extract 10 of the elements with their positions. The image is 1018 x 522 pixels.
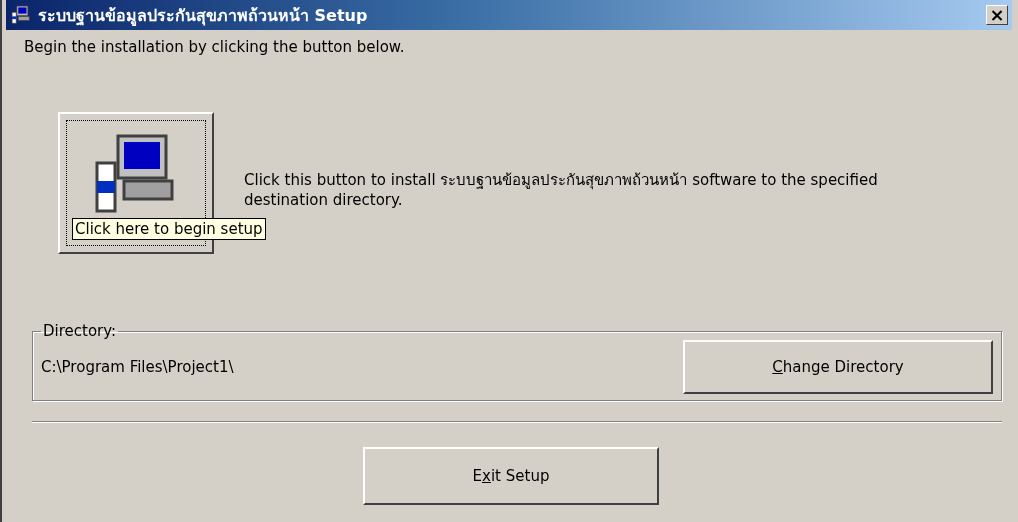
window-title: ระบบฐานข้อมูลประกันสุขภาพถ้วนหน้า Setup [38, 4, 369, 28]
exit-setup-button[interactable]: Exit Setup [363, 447, 659, 505]
install-description: Click this button to install ระบบฐานข้อมูลประกันสุขภาพถ้วนหน้า software to the specified destination directory. [244, 170, 879, 210]
close-button[interactable]: × [986, 5, 1008, 25]
group-label: Directory: [42, 322, 118, 340]
instruction-text: Begin the installation by clicking the button below. [24, 38, 406, 56]
computer-icon [10, 4, 32, 26]
directory-path: C:\Program Files\Project1\ [41, 358, 234, 376]
tooltip: Click here to begin setup [72, 218, 266, 240]
change-directory-button[interactable]: Change Directory [683, 340, 993, 394]
